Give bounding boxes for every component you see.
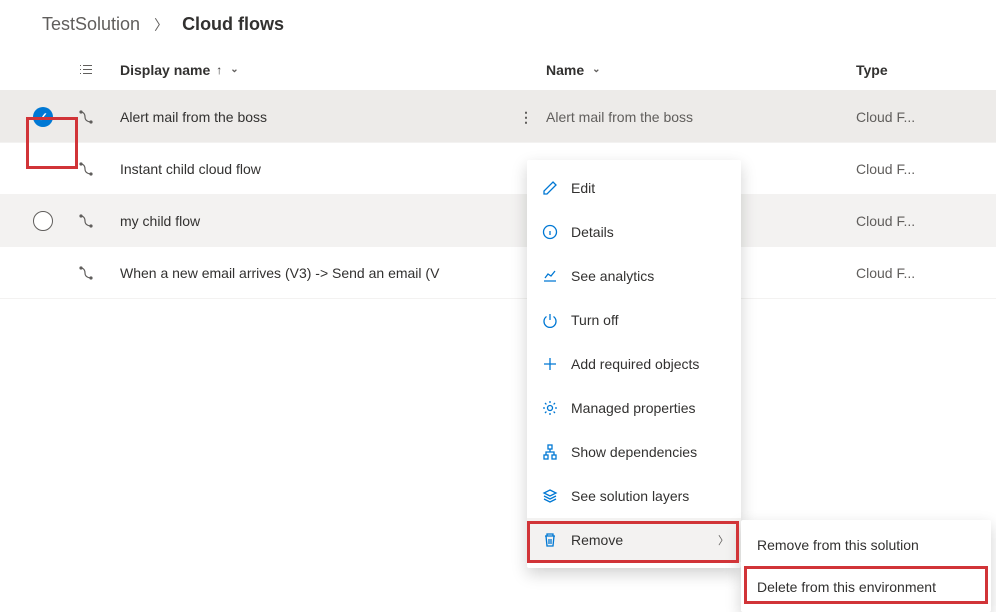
menu-managed[interactable]: Managed properties — [527, 386, 741, 430]
row-display-name: When a new email arrives (V3) -> Send an… — [106, 265, 506, 281]
row-name: Alert mail from the boss — [546, 109, 856, 125]
trash-icon — [541, 532, 559, 548]
analytics-icon — [541, 268, 559, 284]
menu-label: See analytics — [571, 268, 654, 284]
chevron-right-icon: 〉 — [718, 532, 729, 548]
layers-icon — [541, 488, 559, 504]
circle-icon — [33, 211, 53, 231]
menu-layers[interactable]: See solution layers — [527, 474, 741, 518]
table-header: Display name ↑ ⌄ Name ⌄ Type — [0, 49, 996, 91]
row-type: Cloud F... — [856, 109, 976, 125]
power-icon — [541, 312, 559, 328]
vertical-dots-icon: ⋮ — [519, 110, 533, 124]
submenu-delete-env[interactable]: Delete from this environment — [741, 566, 991, 608]
chevron-down-icon: ⌄ — [592, 64, 600, 75]
more-actions-button[interactable]: ⋮ — [506, 110, 546, 124]
row-type: Cloud F... — [856, 213, 976, 229]
flow-icon — [66, 213, 106, 229]
menu-label: Turn off — [571, 312, 618, 328]
menu-label: Remove — [571, 532, 623, 548]
info-icon — [541, 224, 559, 240]
menu-analytics[interactable]: See analytics — [527, 254, 741, 298]
col-display-name-label: Display name — [120, 62, 210, 78]
col-name[interactable]: Name ⌄ — [546, 62, 856, 78]
table-row[interactable]: Instant child cloud flow Cloud F... — [0, 143, 996, 195]
table-row[interactable]: Alert mail from the boss ⋮ Alert mail fr… — [0, 91, 996, 143]
row-checkbox[interactable] — [20, 107, 66, 127]
flows-table: Display name ↑ ⌄ Name ⌄ Type Alert mail … — [0, 49, 996, 299]
menu-label: See solution layers — [571, 488, 689, 504]
breadcrumb: TestSolution 〉 Cloud flows — [0, 0, 996, 49]
chevron-down-icon: ⌄ — [230, 64, 238, 75]
col-type[interactable]: Type — [856, 62, 976, 78]
menu-label: Show dependencies — [571, 444, 697, 460]
gear-icon — [541, 400, 559, 416]
chevron-right-icon: 〉 — [154, 15, 168, 35]
menu-label: Details — [571, 224, 614, 240]
row-type: Cloud F... — [856, 161, 976, 177]
sort-up-icon: ↑ — [216, 63, 222, 77]
table-row[interactable]: When a new email arrives (V3) -> Send an… — [0, 247, 996, 299]
flow-icon — [66, 161, 106, 177]
breadcrumb-parent[interactable]: TestSolution — [42, 14, 140, 35]
menu-label: Edit — [571, 180, 595, 196]
context-menu: Edit Details See analytics Turn off Add … — [527, 160, 741, 568]
menu-label: Managed properties — [571, 400, 696, 416]
plus-icon — [541, 356, 559, 372]
pencil-icon — [541, 180, 559, 196]
checkmark-icon — [33, 107, 53, 127]
row-checkbox[interactable] — [20, 211, 66, 231]
row-display-name: Instant child cloud flow — [106, 161, 506, 177]
menu-details[interactable]: Details — [527, 210, 741, 254]
flow-icon — [66, 109, 106, 125]
hierarchy-icon — [541, 444, 559, 460]
menu-add-required[interactable]: Add required objects — [527, 342, 741, 386]
col-type-label: Type — [856, 62, 888, 78]
flow-icon — [66, 265, 106, 281]
menu-turnoff[interactable]: Turn off — [527, 298, 741, 342]
breadcrumb-current: Cloud flows — [182, 14, 284, 35]
menu-remove[interactable]: Remove 〉 — [527, 518, 741, 562]
menu-label: Add required objects — [571, 356, 699, 372]
submenu-label: Delete from this environment — [757, 579, 936, 595]
remove-submenu: Remove from this solution Delete from th… — [741, 520, 991, 612]
submenu-label: Remove from this solution — [757, 537, 919, 553]
table-row[interactable]: my child flow Cloud F... — [0, 195, 996, 247]
submenu-remove-solution[interactable]: Remove from this solution — [741, 524, 991, 566]
row-type: Cloud F... — [856, 265, 976, 281]
menu-edit[interactable]: Edit — [527, 166, 741, 210]
col-name-label: Name — [546, 62, 584, 78]
menu-dependencies[interactable]: Show dependencies — [527, 430, 741, 474]
list-view-icon[interactable] — [66, 62, 106, 78]
row-display-name: Alert mail from the boss — [106, 109, 506, 125]
col-display-name[interactable]: Display name ↑ ⌄ — [106, 62, 506, 78]
row-display-name: my child flow — [106, 213, 506, 229]
